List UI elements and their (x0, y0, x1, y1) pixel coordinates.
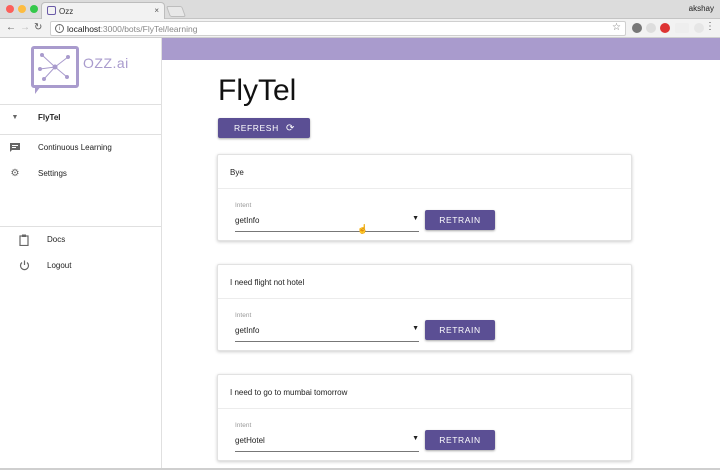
bot-selector[interactable]: ▼ FlyTel (0, 106, 161, 130)
intent-select[interactable]: getInfo ▼ (235, 322, 419, 342)
gear-icon: ⚙ (10, 168, 20, 179)
browser-menu-icon[interactable]: ⋮ (705, 21, 715, 32)
sidebar-item-label: Settings (38, 169, 67, 178)
utterance-text: Bye (230, 168, 244, 177)
divider (0, 226, 162, 227)
learning-card: I need to go to mumbai tomorrow Intent g… (217, 374, 632, 461)
dropdown-arrow-icon: ▼ (412, 435, 419, 442)
url-text: localhost:3000/bots/FlyTel/learning (67, 24, 198, 34)
back-icon[interactable]: ← (6, 22, 16, 33)
profile-name[interactable]: akshay (689, 4, 714, 13)
divider (0, 134, 162, 135)
sidebar-item-continuous-learning[interactable]: Continuous Learning (0, 136, 161, 160)
dropdown-arrow-icon: ▼ (412, 215, 419, 222)
minimize-window-icon[interactable] (18, 5, 26, 13)
intent-select[interactable]: getInfo ▼ (235, 212, 419, 232)
sidebar-item-settings[interactable]: ⚙ Settings (0, 162, 161, 186)
reload-icon[interactable]: ↻ (34, 22, 42, 33)
clipboard-icon (18, 234, 30, 247)
hand-cursor-icon: ☝ (357, 224, 369, 234)
bot-name: FlyTel (38, 113, 61, 122)
sidebar-item-docs[interactable]: Docs (0, 228, 161, 252)
extension-icon[interactable] (646, 23, 656, 33)
refresh-label: REFRESH (234, 123, 279, 133)
sidebar-item-logout[interactable]: Logout (0, 254, 161, 278)
retrain-button[interactable]: RETRAIN (425, 210, 495, 230)
extension-icon[interactable] (694, 23, 704, 33)
sidebar-item-label: Docs (47, 235, 66, 244)
extension-icon[interactable] (675, 23, 689, 33)
app-header-bar (162, 38, 720, 60)
retrain-button[interactable]: RETRAIN (425, 320, 495, 340)
divider (218, 188, 631, 189)
browser-tab[interactable]: Ozz × (41, 2, 165, 19)
learning-card: I need flight not hotel Intent getInfo ▼… (217, 264, 632, 351)
dropdown-arrow-icon: ▼ (412, 325, 419, 332)
tab-title: Ozz (59, 7, 74, 16)
retrain-button[interactable]: RETRAIN (425, 430, 495, 450)
favicon-icon (47, 6, 56, 15)
feedback-icon (9, 142, 21, 154)
caret-down-icon: ▼ (11, 114, 19, 121)
info-icon[interactable]: i (55, 24, 64, 33)
intent-value: getInfo (235, 216, 260, 225)
logo-text: OZZ.ai (83, 55, 129, 71)
logo-tail (35, 86, 47, 94)
tab-close-icon[interactable]: × (154, 6, 159, 15)
divider (0, 104, 162, 105)
close-window-icon[interactable] (6, 5, 14, 13)
power-icon (18, 260, 30, 272)
page-title: FlyTel (218, 74, 297, 107)
new-tab-button[interactable] (165, 6, 187, 17)
maximize-window-icon[interactable] (30, 5, 38, 13)
refresh-button[interactable]: REFRESH ⟳ (218, 118, 310, 138)
intent-value: getHotel (235, 436, 265, 445)
refresh-icon: ⟳ (286, 123, 295, 134)
intent-label: Intent (235, 202, 252, 209)
utterance-text: I need flight not hotel (230, 278, 305, 287)
sidebar-item-label: Logout (47, 261, 72, 270)
learning-card: Bye Intent getInfo ▼ RETRAIN (217, 154, 632, 241)
utterance-text: I need to go to mumbai tomorrow (230, 388, 348, 397)
divider (218, 298, 631, 299)
browser-titlebar: Ozz × akshay (0, 0, 720, 19)
intent-label: Intent (235, 422, 252, 429)
sidebar-item-label: Continuous Learning (38, 143, 112, 152)
intent-value: getInfo (235, 326, 260, 335)
forward-icon[interactable]: → (20, 22, 30, 33)
adblock-extension-icon[interactable] (660, 23, 670, 33)
divider (218, 408, 631, 409)
bookmark-star-icon[interactable]: ☆ (612, 22, 621, 33)
browser-toolbar: ← → ↻ i localhost:3000/bots/FlyTel/learn… (0, 19, 720, 38)
intent-label: Intent (235, 312, 252, 319)
intent-select[interactable]: getHotel ▼ (235, 432, 419, 452)
logo-icon (31, 46, 79, 88)
address-bar[interactable]: i localhost:3000/bots/FlyTel/learning ☆ (50, 21, 626, 36)
sidebar: OZZ.ai ▼ FlyTel Continuous Learning ⚙ Se… (0, 38, 162, 470)
cloud-extension-icon[interactable] (632, 23, 642, 33)
